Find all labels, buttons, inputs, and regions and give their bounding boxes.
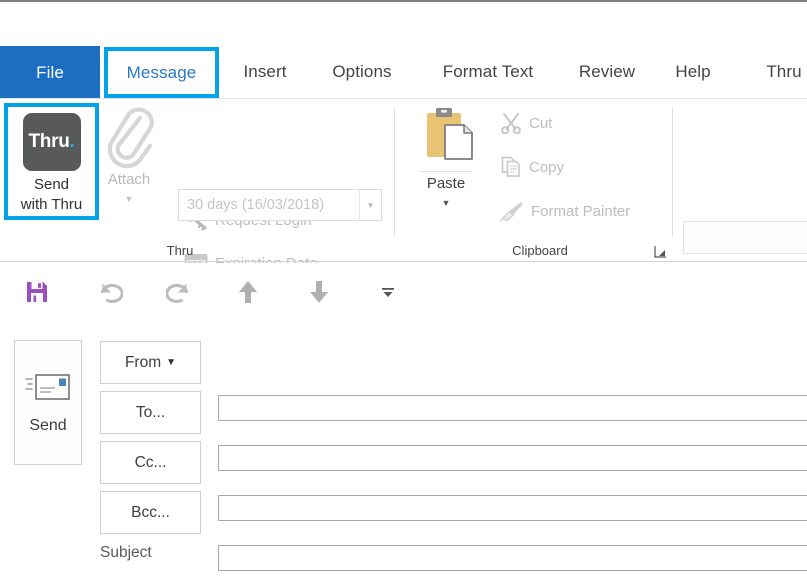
to-button[interactable]: To... (100, 391, 201, 434)
cc-button[interactable]: Cc... (100, 441, 201, 484)
bcc-label: Bcc... (131, 503, 170, 521)
tab-file[interactable]: File (0, 46, 100, 99)
cc-label: Cc... (134, 453, 167, 471)
to-label: To... (135, 403, 166, 421)
tab-options[interactable]: Options (316, 46, 408, 98)
tab-review-label: Review (578, 62, 636, 81)
chevron-down-icon[interactable]: ▼ (442, 198, 451, 208)
quick-access-toolbar (0, 263, 807, 321)
to-field[interactable] (218, 395, 807, 421)
ribbon-body: Thru. Send with Thru Attach ▼ Thru Paste… (0, 99, 807, 304)
send-with-thru-button[interactable]: Thru. Send with Thru (4, 103, 99, 220)
tab-thru[interactable]: Thru (754, 46, 807, 98)
tab-help[interactable]: Help (662, 46, 724, 98)
clipboard-paste-icon (415, 105, 477, 167)
from-label: From (124, 353, 162, 371)
copy-icon (500, 156, 522, 178)
expiration-date-value: 30 days (16/03/2018) (187, 197, 325, 213)
tab-format-text-label: Format Text (442, 62, 534, 81)
thru-logo-icon: Thru. (22, 113, 81, 171)
thru-logo-dot: . (69, 131, 75, 152)
subject-label: Subject (100, 544, 152, 561)
cc-field[interactable] (218, 445, 807, 471)
scissors-icon (500, 112, 522, 134)
ribbon-tab-strip: File Message Insert Options Format Text … (0, 46, 807, 99)
save-icon (25, 280, 49, 304)
send-envelope-icon (25, 371, 71, 405)
bcc-field[interactable] (218, 495, 807, 521)
qat-undo-button[interactable] (92, 275, 126, 309)
group-label-thru: Thru (166, 243, 194, 258)
tab-file-label: File (36, 62, 64, 82)
paste-button[interactable]: Paste ▼ (410, 105, 482, 217)
clipboard-dialog-launcher-icon[interactable] (654, 245, 667, 258)
arrow-up-icon (237, 279, 259, 305)
subject-field[interactable] (218, 545, 807, 571)
qat-save-button[interactable] (20, 275, 54, 309)
group-divider-clipboard (672, 107, 673, 237)
qat-next-item-button[interactable] (302, 275, 336, 309)
subject-input[interactable] (219, 546, 807, 570)
tab-options-label: Options (332, 62, 392, 81)
group-divider-thru (394, 107, 395, 237)
outlook-compose-window: File Message Insert Options Format Text … (0, 0, 807, 579)
font-name-combo[interactable] (683, 221, 807, 254)
title-bar (0, 2, 807, 46)
tab-message[interactable]: Message (104, 47, 219, 98)
bcc-button[interactable]: Bcc... (100, 491, 201, 534)
paste-divider (420, 171, 472, 172)
to-input[interactable] (219, 396, 807, 420)
chevron-down-icon[interactable]: ▼ (125, 194, 134, 204)
send-label: Send (29, 416, 67, 434)
paste-label: Paste (426, 175, 466, 192)
qat-previous-item-button[interactable] (231, 275, 265, 309)
tab-insert[interactable]: Insert (228, 46, 302, 98)
qat-redo-button[interactable] (163, 275, 197, 309)
cut-label: Cut (529, 114, 553, 132)
redo-icon (166, 279, 194, 305)
chevron-down-icon (379, 285, 397, 299)
paintbrush-icon (500, 200, 524, 222)
tab-format-text[interactable]: Format Text (424, 46, 552, 98)
send-with-thru-label-line1: Send (33, 176, 70, 193)
tab-insert-label: Insert (243, 62, 287, 81)
qat-customize-button[interactable] (371, 275, 405, 309)
tab-review[interactable]: Review (566, 46, 648, 98)
send-button[interactable]: Send (14, 340, 82, 465)
arrow-down-icon (308, 279, 330, 305)
attach-label: Attach (107, 171, 151, 188)
from-button[interactable]: From ▼ (100, 341, 201, 384)
chevron-down-icon[interactable]: ▼ (359, 190, 381, 220)
copy-command[interactable]: Copy (500, 156, 564, 178)
attach-button[interactable]: Attach ▼ (100, 105, 158, 217)
expiration-date-combo[interactable]: 30 days (16/03/2018) ▼ (178, 189, 382, 221)
group-label-clipboard: Clipboard (512, 243, 568, 258)
undo-icon (95, 279, 123, 305)
cut-command[interactable]: Cut (500, 112, 552, 134)
paperclip-icon (101, 105, 157, 169)
send-with-thru-label-line2: with Thru (20, 196, 83, 213)
tab-thru-label: Thru (766, 62, 802, 81)
format-painter-command[interactable]: Format Painter (500, 200, 630, 222)
cc-input[interactable] (219, 446, 807, 470)
format-painter-label: Format Painter (531, 202, 631, 220)
thru-logo-text: Thru (28, 131, 70, 152)
bcc-input[interactable] (219, 496, 807, 520)
copy-label: Copy (529, 158, 565, 176)
tab-message-label: Message (126, 62, 197, 82)
chevron-down-icon: ▼ (166, 357, 177, 368)
tab-help-label: Help (675, 62, 711, 81)
